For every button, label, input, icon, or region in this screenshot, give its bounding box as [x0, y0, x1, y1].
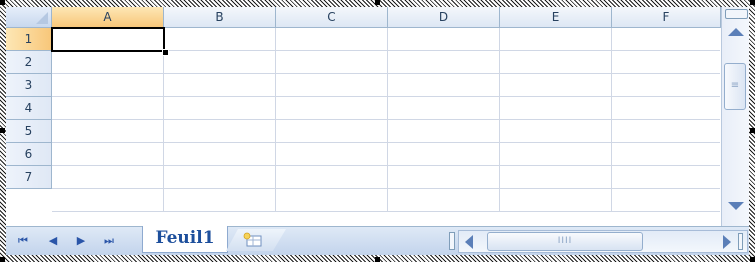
row-header-4[interactable]: 4 — [6, 97, 52, 120]
column-header-b[interactable]: B — [164, 7, 276, 28]
cell-grid[interactable] — [52, 28, 720, 212]
resize-handle-top[interactable] — [375, 0, 380, 5]
last-sheet-button[interactable]: ⏭ — [100, 233, 118, 249]
scroll-down-button[interactable] — [724, 197, 748, 219]
sheet-tab-bar: ⏮ ◀ ▶ ⏭ Feuil1 IIII — [6, 226, 749, 255]
resize-handle-right[interactable] — [750, 128, 755, 133]
row-header-2[interactable]: 2 — [6, 51, 52, 74]
column-header-e[interactable]: E — [500, 7, 612, 28]
resize-handle-top-right[interactable] — [750, 0, 755, 5]
horizontal-scroll-end[interactable] — [738, 233, 743, 250]
arrow-left-icon[interactable] — [465, 235, 473, 249]
horizontal-split-box[interactable] — [449, 232, 455, 250]
fill-handle[interactable] — [162, 49, 169, 56]
column-header-d[interactable]: D — [388, 7, 500, 28]
vertical-split-box[interactable] — [725, 9, 748, 19]
resize-handle-bottom-right[interactable] — [750, 257, 755, 262]
select-all-button[interactable] — [6, 7, 52, 28]
vertical-scrollbar[interactable]: ≡ — [721, 7, 749, 226]
spreadsheet: A B C D E F 1 2 3 4 5 6 7 ≡ ⏮ ◀ ▶ ⏭ Feui… — [6, 7, 749, 255]
vertical-scroll-thumb[interactable]: ≡ — [724, 63, 746, 110]
previous-sheet-button[interactable]: ◀ — [44, 233, 62, 249]
column-header-a[interactable]: A — [52, 7, 164, 28]
next-sheet-button[interactable]: ▶ — [72, 233, 90, 249]
horizontal-scroll-thumb[interactable]: IIII — [487, 232, 643, 251]
active-cell-a1[interactable] — [51, 27, 165, 52]
arrow-right-icon[interactable] — [723, 235, 731, 249]
column-header-c[interactable]: C — [276, 7, 388, 28]
row-header-5[interactable]: 5 — [6, 120, 52, 143]
sheet-tab-feuil1[interactable]: Feuil1 — [142, 226, 228, 253]
embedded-object-frame[interactable]: A B C D E F 1 2 3 4 5 6 7 ≡ ⏮ ◀ ▶ ⏭ Feui… — [0, 0, 755, 262]
column-header-f[interactable]: F — [612, 7, 721, 28]
scroll-up-button[interactable] — [724, 21, 748, 43]
row-header-3[interactable]: 3 — [6, 74, 52, 97]
first-sheet-button[interactable]: ⏮ — [14, 233, 32, 249]
resize-handle-top-left[interactable] — [0, 0, 5, 5]
arrow-down-icon — [728, 202, 744, 210]
row-header-6[interactable]: 6 — [6, 143, 52, 166]
resize-handle-left[interactable] — [0, 128, 5, 133]
arrow-up-icon — [728, 28, 744, 36]
row-header-7[interactable]: 7 — [6, 166, 52, 189]
horizontal-scrollbar[interactable]: IIII — [458, 230, 748, 253]
resize-handle-bottom-left[interactable] — [0, 257, 5, 262]
resize-handle-bottom[interactable] — [375, 257, 380, 262]
insert-worksheet-icon — [243, 232, 262, 247]
row-header-1[interactable]: 1 — [6, 28, 52, 51]
